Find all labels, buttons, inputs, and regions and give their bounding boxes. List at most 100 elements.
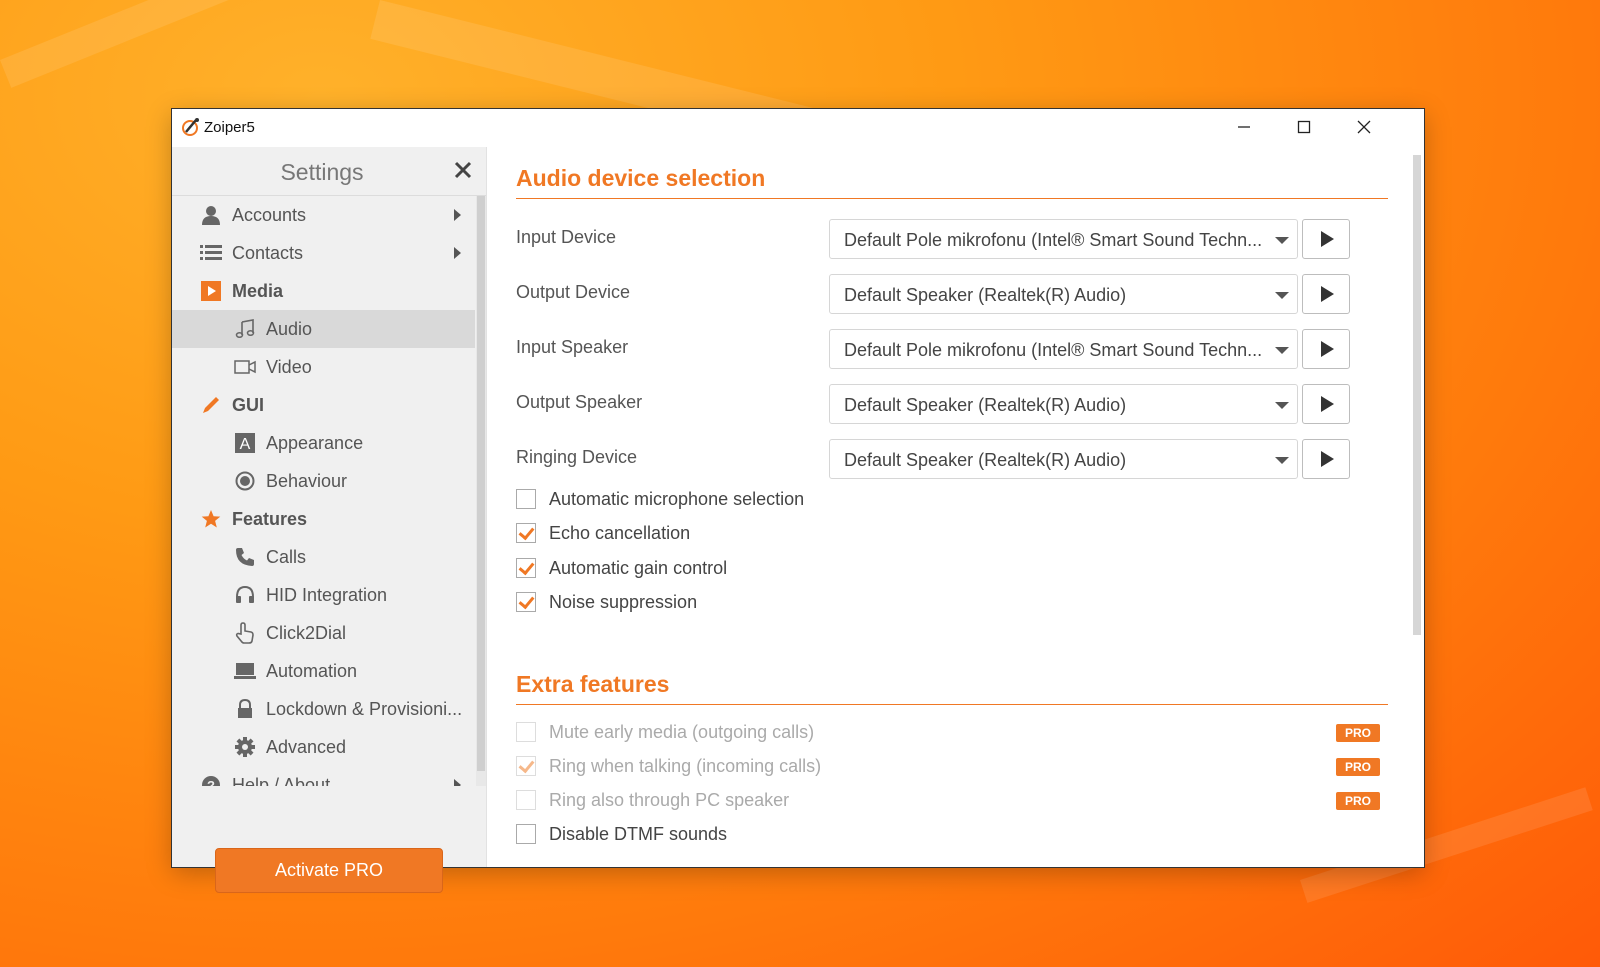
content-scrollbar[interactable] — [1411, 147, 1422, 867]
chevron-down-icon — [1275, 347, 1289, 354]
ringing-device-label: Ringing Device — [516, 447, 638, 467]
sidebar-item-label: GUI — [232, 394, 265, 415]
zoiper-logo-icon — [182, 118, 199, 136]
input-speaker-label: Input Speaker — [516, 337, 629, 357]
sidebar-item-label: Help / About — [232, 774, 331, 787]
noise-suppression-checkbox[interactable] — [516, 592, 536, 612]
sidebar-section-media[interactable]: Media — [172, 272, 475, 310]
sidebar-item-behaviour[interactable]: Behaviour — [172, 462, 475, 500]
minimize-button[interactable] — [1214, 109, 1274, 145]
option-label: Ring also through PC speaker — [549, 789, 790, 810]
maximize-icon — [1297, 120, 1311, 134]
disable-dtmf-sounds-option[interactable]: Disable DTMF sounds — [516, 819, 727, 849]
select-value: Default Speaker (Realtek(R) Audio) — [844, 395, 1127, 415]
sidebar-item-contacts[interactable]: Contacts — [172, 234, 475, 272]
mute-early-media-checkbox — [516, 722, 536, 742]
close-window-button[interactable] — [1334, 109, 1394, 145]
window-title: Zoiper5 — [204, 119, 255, 136]
input-speaker-test-button[interactable] — [1302, 329, 1350, 369]
ring-when-talking-option: Ring when talking (incoming calls) — [516, 751, 821, 781]
play-icon — [1321, 396, 1334, 412]
output-speaker-select[interactable]: Default Speaker (Realtek(R) Audio) — [829, 384, 1298, 424]
phone-icon — [234, 546, 256, 568]
sidebar-scrollbar-thumb[interactable] — [477, 196, 485, 771]
sidebar-item-automation[interactable]: Automation — [172, 652, 475, 690]
sidebar-item-accounts[interactable]: Accounts — [172, 196, 475, 234]
sidebar-item-audio[interactable]: Audio — [172, 310, 475, 348]
echo-cancellation-checkbox[interactable] — [516, 523, 536, 543]
settings-sidebar: Settings Accounts Contacts Media Audio V… — [172, 147, 487, 893]
echo-cancellation-option[interactable]: Echo cancellation — [516, 518, 690, 548]
select-value: Default Speaker (Realtek(R) Audio) — [844, 450, 1127, 470]
output-device-label: Output Device — [516, 282, 631, 302]
settings-content: Audio device selection Input Device Defa… — [487, 147, 1424, 867]
minimize-icon — [1238, 126, 1250, 128]
auto-mic-selection-option[interactable]: Automatic microphone selection — [516, 484, 804, 514]
ringing-device-select[interactable]: Default Speaker (Realtek(R) Audio) — [829, 439, 1298, 479]
title-bar: Zoiper5 — [172, 109, 1424, 147]
sidebar-item-label: Behaviour — [266, 470, 348, 491]
input-device-select[interactable]: Default Pole mikrofonu (Intel® Smart Sou… — [829, 219, 1298, 259]
sidebar-item-label: Media — [232, 280, 284, 301]
hand-pointer-icon — [234, 622, 256, 644]
sidebar-item-label: Appearance — [266, 432, 364, 453]
sidebar-item-lockdown-provisioning[interactable]: Lockdown & Provisioni... — [172, 690, 475, 728]
laptop-icon — [234, 660, 256, 682]
output-device-select[interactable]: Default Speaker (Realtek(R) Audio) — [829, 274, 1298, 314]
svg-text:?: ? — [207, 778, 215, 786]
chevron-down-icon — [1275, 292, 1289, 299]
sidebar-item-help-about[interactable]: ? Help / About — [172, 766, 475, 786]
chevron-down-icon — [1275, 402, 1289, 409]
sidebar-item-hid-integration[interactable]: HID Integration — [172, 576, 475, 614]
option-label: Disable DTMF sounds — [549, 823, 728, 844]
sidebar-item-calls[interactable]: Calls — [172, 538, 475, 576]
sidebar-title: Settings — [280, 159, 364, 185]
option-label: Automatic gain control — [549, 557, 728, 578]
output-speaker-test-button[interactable] — [1302, 384, 1350, 424]
auto-gain-control-option[interactable]: Automatic gain control — [516, 553, 727, 583]
extra-section-title: Extra features — [516, 671, 670, 697]
ring-when-talking-checkbox — [516, 756, 536, 776]
close-settings-button[interactable] — [454, 155, 472, 186]
maximize-button[interactable] — [1274, 109, 1334, 145]
sidebar-scrollbar[interactable] — [476, 196, 486, 786]
input-device-test-button[interactable] — [1302, 219, 1350, 259]
auto-gain-control-checkbox[interactable] — [516, 558, 536, 578]
audio-section-title: Audio device selection — [516, 165, 766, 191]
pencil-icon — [200, 394, 222, 416]
pro-badge: PRO — [1336, 758, 1380, 776]
output-device-test-button[interactable] — [1302, 274, 1350, 314]
activate-pro-button[interactable]: Activate PRO — [215, 848, 443, 893]
input-device-label: Input Device — [516, 227, 617, 247]
select-value: Default Pole mikrofonu (Intel® Smart Sou… — [844, 340, 1263, 360]
input-speaker-select[interactable]: Default Pole mikrofonu (Intel® Smart Sou… — [829, 329, 1298, 369]
sidebar-item-label: HID Integration — [266, 584, 388, 605]
content-scrollbar-thumb[interactable] — [1413, 155, 1421, 635]
option-label: Mute early media (outgoing calls) — [549, 721, 815, 742]
play-icon — [1321, 231, 1334, 247]
sidebar-header: Settings — [172, 147, 486, 196]
sidebar-item-label: Audio — [266, 318, 313, 339]
close-icon — [1357, 120, 1371, 134]
sidebar-item-label: Accounts — [232, 204, 307, 225]
noise-suppression-option[interactable]: Noise suppression — [516, 587, 697, 617]
sidebar-item-video[interactable]: Video — [172, 348, 475, 386]
sidebar-item-label: Advanced — [266, 736, 347, 757]
ring-pc-speaker-option: Ring also through PC speaker — [516, 785, 789, 815]
auto-mic-selection-checkbox[interactable] — [516, 489, 536, 509]
expand-arrow-icon — [454, 247, 461, 259]
sidebar-item-click2dial[interactable]: Click2Dial — [172, 614, 475, 652]
lock-icon — [234, 698, 256, 720]
sidebar-item-label: Calls — [266, 546, 307, 567]
section-divider — [516, 704, 1388, 705]
appearance-a-icon: A — [234, 432, 256, 454]
sidebar-section-gui[interactable]: GUI — [172, 386, 475, 424]
sidebar-section-features[interactable]: Features — [172, 500, 475, 538]
help-icon: ? — [200, 774, 222, 786]
select-value: Default Pole mikrofonu (Intel® Smart Sou… — [844, 230, 1263, 250]
disable-dtmf-sounds-checkbox[interactable] — [516, 824, 536, 844]
sidebar-item-advanced[interactable]: Advanced — [172, 728, 475, 766]
ringing-device-test-button[interactable] — [1302, 439, 1350, 479]
sidebar-item-appearance[interactable]: A Appearance — [172, 424, 475, 462]
radio-circle-icon — [234, 470, 256, 492]
